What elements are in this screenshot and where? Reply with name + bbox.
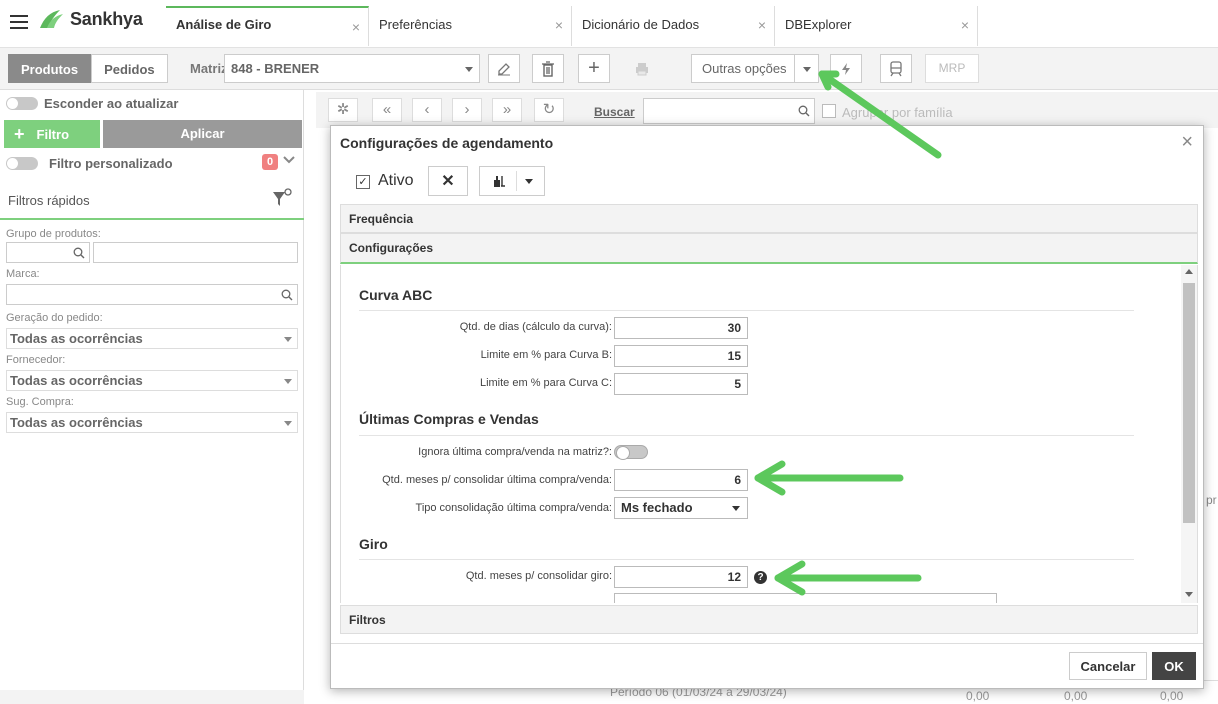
annotation-arrows: [754, 70, 942, 596]
arrow-to-more-options: [818, 70, 942, 159]
